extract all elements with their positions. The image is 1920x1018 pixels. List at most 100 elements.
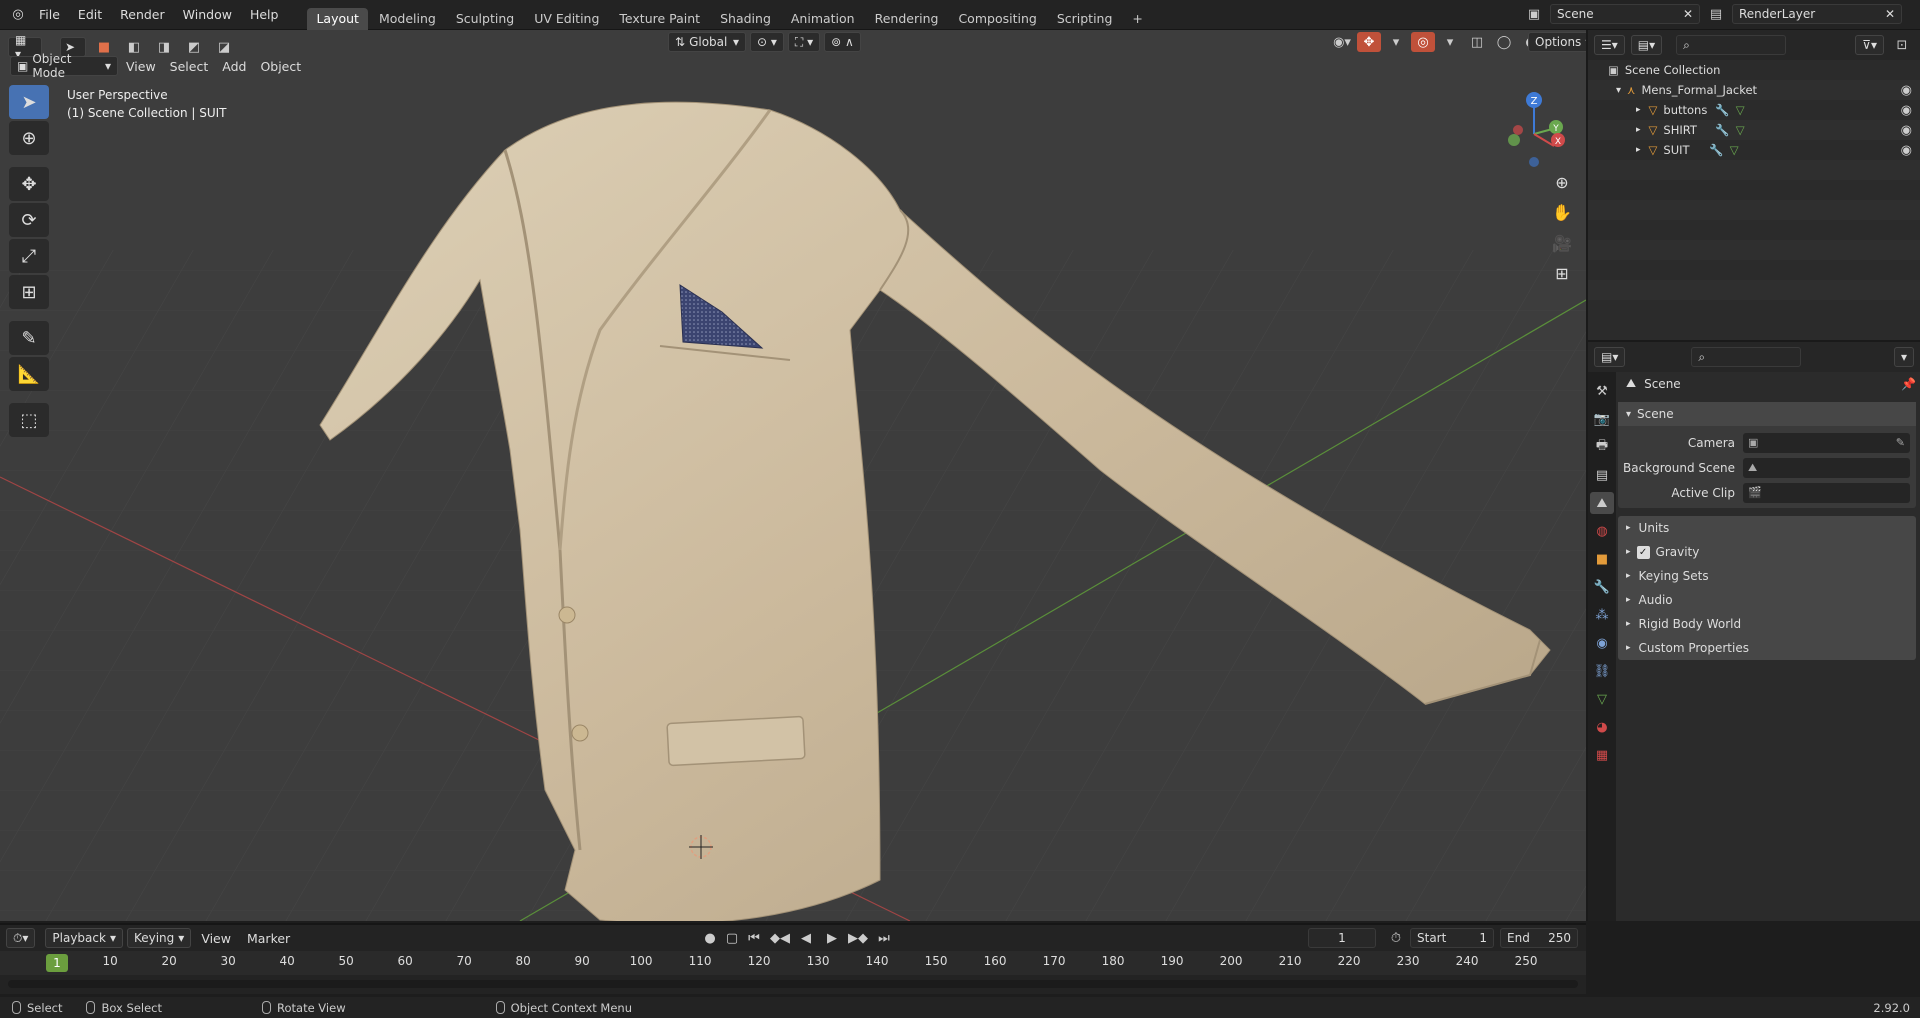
world-tab-icon[interactable]: ◍ xyxy=(1590,520,1614,542)
menu-select[interactable]: Select xyxy=(164,59,215,74)
xray-toggle-icon[interactable]: ◫ xyxy=(1465,32,1489,52)
camera-view-icon[interactable]: 🎥 xyxy=(1548,229,1576,257)
next-keyframe-icon[interactable]: ▶◆ xyxy=(846,928,870,948)
properties-search-input[interactable]: ⌕ xyxy=(1691,347,1802,367)
rigid-body-world-panel-header[interactable]: ▸ Rigid Body World xyxy=(1618,612,1916,636)
timeline-view-menu[interactable]: View xyxy=(195,931,237,946)
options-dropdown[interactable]: Options▾ xyxy=(1528,32,1586,52)
tool-tab-icon[interactable]: ⚒ xyxy=(1590,380,1614,402)
play-icon[interactable]: ▶ xyxy=(820,928,844,948)
menu-render[interactable]: Render xyxy=(111,0,174,30)
camera-field[interactable]: ▣ ✎ xyxy=(1743,432,1910,453)
overlay-toggle-icon[interactable]: ◎ xyxy=(1411,32,1435,52)
data-tab-icon[interactable]: ▽ xyxy=(1590,688,1614,710)
end-frame-field[interactable]: End 250 xyxy=(1500,928,1578,948)
modifier-tab-icon[interactable]: 🔧 xyxy=(1590,576,1614,598)
custom-properties-panel-header[interactable]: ▸ Custom Properties xyxy=(1618,636,1916,660)
tab-scripting[interactable]: Scripting xyxy=(1048,8,1122,30)
play-reverse-icon[interactable]: ◀ xyxy=(794,928,818,948)
constraints-tab-icon[interactable]: ⛓ xyxy=(1590,660,1614,682)
chevron-down-icon[interactable]: ▾ xyxy=(1384,32,1408,52)
close-icon[interactable]: ✕ xyxy=(1683,7,1693,21)
wireframe-shading-icon[interactable]: ◯ xyxy=(1492,32,1516,52)
select-intersect-icon[interactable]: ◪ xyxy=(212,37,236,57)
render-tab-icon[interactable]: 📷 xyxy=(1590,408,1614,430)
menu-edit[interactable]: Edit xyxy=(69,0,111,30)
tab-shading[interactable]: Shading xyxy=(711,8,780,30)
chevron-right-icon[interactable]: ▸ xyxy=(1636,125,1641,135)
current-frame-field[interactable]: 1 xyxy=(1308,928,1376,948)
keying-dropdown[interactable]: Keying ▾ xyxy=(126,928,192,948)
navigation-gizmo[interactable]: Z Y X xyxy=(1498,88,1568,168)
output-tab-icon[interactable]: 🖶 xyxy=(1590,436,1614,458)
menu-window[interactable]: Window xyxy=(174,0,241,30)
tab-animation[interactable]: Animation xyxy=(782,8,864,30)
select-box-tool[interactable]: ➤ xyxy=(9,85,49,119)
start-frame-field[interactable]: Start 1 xyxy=(1410,928,1494,948)
prev-keyframe-icon[interactable]: ◆◀ xyxy=(768,928,792,948)
visibility-icon[interactable]: ◉▾ xyxy=(1330,32,1354,52)
gizmo-toggle-icon[interactable]: ✥ xyxy=(1357,32,1381,52)
gravity-checkbox-icon[interactable]: ✓ xyxy=(1636,545,1650,559)
menu-view[interactable]: View xyxy=(120,59,162,74)
eye-icon[interactable]: ◉ xyxy=(1901,143,1912,158)
orientation-dropdown[interactable]: ⇅ Global ▾ xyxy=(668,32,746,52)
editor-type-selector[interactable]: ☰▾ xyxy=(1594,35,1625,55)
tab-texture-paint[interactable]: Texture Paint xyxy=(610,8,709,30)
tab-uv-editing[interactable]: UV Editing xyxy=(525,8,608,30)
record-icon[interactable]: ● xyxy=(698,928,722,948)
scene-tab-icon[interactable]: ⛰ xyxy=(1590,492,1614,514)
menu-add[interactable]: Add xyxy=(216,59,252,74)
properties-editor[interactable]: ▤▾ ⌕ ▾ ⚒ 📷 🖶 ▤ ⛰ ◍ ■ 🔧 ⁂ ◉ ⛓ ▽ ◕ ▦ ⛰ Sce… xyxy=(1588,340,1920,921)
tab-sculpting[interactable]: Sculpting xyxy=(447,8,523,30)
outliner-search-input[interactable]: ⌕ xyxy=(1676,35,1787,55)
material-tab-icon[interactable]: ◕ xyxy=(1590,716,1614,738)
stopwatch-icon[interactable]: ⏱ xyxy=(1384,928,1408,948)
view-layer-selector[interactable]: RenderLayer ✕ xyxy=(1732,4,1902,24)
tab-compositing[interactable]: Compositing xyxy=(949,8,1045,30)
outliner-row-object[interactable]: ▸ ▽ buttons 🔧 ▽ ◉ xyxy=(1588,100,1920,120)
frame-ruler[interactable]: 1 10 20 30 40 50 60 70 80 90 100 110 120 130 140 150 160… xyxy=(0,951,1586,975)
blender-logo-icon[interactable]: ◎ xyxy=(6,5,30,25)
eye-icon[interactable]: ◉ xyxy=(1901,103,1912,118)
eyedropper-icon[interactable]: ✎ xyxy=(1896,436,1905,449)
outliner-row-object[interactable]: ▸ ▽ SUIT 🔧 ▽ ◉ xyxy=(1588,140,1920,160)
select-extend-icon[interactable]: ◧ xyxy=(122,37,146,57)
ortho-grid-icon[interactable]: ⊞ xyxy=(1548,259,1576,287)
proportional-editing-toggle[interactable]: ⊚ ∧ xyxy=(824,32,861,52)
eye-icon[interactable]: ◉ xyxy=(1901,83,1912,98)
scale-tool[interactable]: ⤢ xyxy=(9,239,49,273)
display-mode-selector[interactable]: ▤▾ xyxy=(1630,35,1663,55)
outliner-row-object[interactable]: ▸ ▽ SHIRT 🔧 ▽ ◉ xyxy=(1588,120,1920,140)
editor-type-selector[interactable]: ▤▾ xyxy=(1594,347,1626,367)
timeline-marker-menu[interactable]: Marker xyxy=(241,931,296,946)
editor-type-selector[interactable]: ⏱▾ xyxy=(6,928,36,948)
rotate-tool[interactable]: ⟳ xyxy=(9,203,49,237)
pan-hand-icon[interactable]: ✋ xyxy=(1548,198,1576,226)
physics-tab-icon[interactable]: ◉ xyxy=(1590,632,1614,654)
audio-panel-header[interactable]: ▸ Audio xyxy=(1618,588,1916,612)
viewport-canvas[interactable] xyxy=(0,30,1586,921)
outliner-row-scene-collection[interactable]: ▣ Scene Collection xyxy=(1588,60,1920,80)
tab-modeling[interactable]: Modeling xyxy=(370,8,445,30)
chevron-right-icon[interactable]: ▸ xyxy=(1636,105,1641,115)
tab-layout[interactable]: Layout xyxy=(307,7,368,30)
outliner-row-collection[interactable]: ▾ ⋏ Mens_Formal_Jacket ◉ xyxy=(1588,80,1920,100)
menu-object[interactable]: Object xyxy=(254,59,307,74)
measure-tool[interactable]: 📐 xyxy=(9,357,49,391)
texture-tab-icon[interactable]: ▦ xyxy=(1590,744,1614,766)
tab-rendering[interactable]: Rendering xyxy=(866,8,948,30)
cursor-tool[interactable]: ⊕ xyxy=(9,121,49,155)
view-layer-icon[interactable]: ▤ xyxy=(1704,4,1728,24)
auto-keying-options-icon[interactable]: ▢ xyxy=(724,928,740,948)
scene-panel-header[interactable]: ▾ Scene xyxy=(1618,402,1916,426)
select-subtract-icon[interactable]: ◨ xyxy=(152,37,176,57)
select-invert-icon[interactable]: ◩ xyxy=(182,37,206,57)
close-icon[interactable]: ✕ xyxy=(1885,7,1895,21)
keying-sets-panel-header[interactable]: ▸ Keying Sets xyxy=(1618,564,1916,588)
jump-start-icon[interactable]: ⏮ xyxy=(742,928,766,948)
background-scene-field[interactable]: ⛰ xyxy=(1743,457,1910,478)
new-collection-icon[interactable]: ⊡ xyxy=(1890,35,1914,55)
view-layer-tab-icon[interactable]: ▤ xyxy=(1590,464,1614,486)
timeline-scrollbar[interactable] xyxy=(8,980,1578,988)
